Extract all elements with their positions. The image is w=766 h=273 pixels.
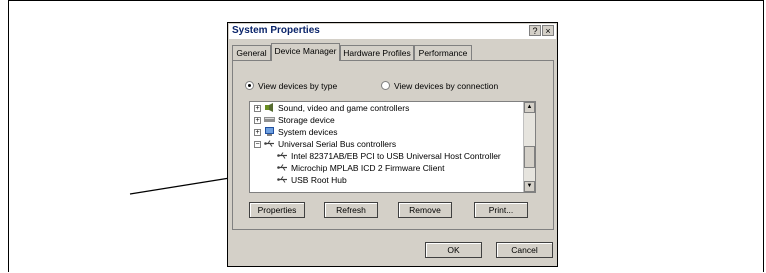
tree-item-label: USB Root Hub bbox=[291, 175, 347, 185]
usb-icon bbox=[277, 164, 287, 171]
usb-icon bbox=[264, 140, 274, 147]
tree-item-label: Intel 82371AB/EB PCI to USB Universal Ho… bbox=[291, 151, 501, 161]
radio-view-by-connection[interactable]: View devices by connection bbox=[381, 81, 498, 91]
storage-device-icon bbox=[264, 117, 275, 122]
tab-device-manager[interactable]: Device Manager bbox=[271, 43, 340, 61]
radio-view-by-connection-label: View devices by connection bbox=[394, 81, 499, 91]
usb-icon bbox=[277, 152, 287, 159]
ok-button[interactable]: OK bbox=[425, 242, 482, 258]
properties-button[interactable]: Properties bbox=[249, 202, 305, 218]
tree-item[interactable]: System devices bbox=[264, 126, 338, 138]
radio-selected-icon bbox=[245, 81, 254, 90]
system-properties-dialog: System Properties ? × General Device Man… bbox=[227, 22, 558, 267]
radio-unselected-icon bbox=[381, 81, 390, 90]
expand-icon[interactable]: + bbox=[254, 105, 261, 112]
vertical-scrollbar[interactable]: ▲ ▼ bbox=[523, 102, 535, 192]
scroll-down-icon[interactable]: ▼ bbox=[524, 181, 535, 192]
expand-icon[interactable]: + bbox=[254, 117, 261, 124]
tree-item[interactable]: Intel 82371AB/EB PCI to USB Universal Ho… bbox=[277, 150, 501, 162]
scroll-up-icon[interactable]: ▲ bbox=[524, 102, 535, 113]
sound-device-icon bbox=[265, 103, 273, 112]
scroll-thumb[interactable] bbox=[524, 146, 535, 168]
tree-item[interactable]: Sound, video and game controllers bbox=[264, 102, 409, 114]
usb-icon bbox=[277, 176, 287, 183]
help-button[interactable]: ? bbox=[529, 25, 541, 36]
remove-button[interactable]: Remove bbox=[398, 202, 452, 218]
tree-item-label: Universal Serial Bus controllers bbox=[278, 139, 397, 149]
tab-general[interactable]: General bbox=[232, 45, 271, 60]
tree-item[interactable]: USB Root Hub bbox=[277, 174, 347, 186]
expand-icon[interactable]: + bbox=[254, 129, 261, 136]
refresh-button[interactable]: Refresh bbox=[324, 202, 378, 218]
tree-item-label: Storage device bbox=[278, 115, 335, 125]
cancel-button[interactable]: Cancel bbox=[496, 242, 553, 258]
dialog-title: System Properties bbox=[232, 25, 320, 36]
close-button[interactable]: × bbox=[542, 25, 554, 36]
tab-performance[interactable]: Performance bbox=[414, 45, 472, 60]
tab-hardware-profiles[interactable]: Hardware Profiles bbox=[340, 45, 414, 60]
tree-item-label: System devices bbox=[278, 127, 338, 137]
radio-view-by-type-label: View devices by type bbox=[258, 81, 338, 91]
tree-item-label: Microchip MPLAB ICD 2 Firmware Client bbox=[291, 163, 445, 173]
collapse-icon[interactable]: − bbox=[254, 141, 261, 148]
tree-item[interactable]: Universal Serial Bus controllers bbox=[264, 138, 396, 150]
tree-item[interactable]: Storage device bbox=[264, 114, 335, 126]
print-button[interactable]: Print... bbox=[474, 202, 528, 218]
radio-view-by-type[interactable]: View devices by type bbox=[245, 81, 337, 91]
system-devices-icon bbox=[265, 127, 274, 136]
title-bar[interactable]: System Properties ? × bbox=[229, 24, 556, 39]
device-manager-panel: View devices by type View devices by con… bbox=[232, 60, 554, 230]
tree-item-label: Sound, video and game controllers bbox=[278, 103, 410, 113]
tree-item[interactable]: Microchip MPLAB ICD 2 Firmware Client bbox=[277, 162, 445, 174]
device-tree[interactable]: + Sound, video and game controllers + St… bbox=[249, 101, 536, 193]
